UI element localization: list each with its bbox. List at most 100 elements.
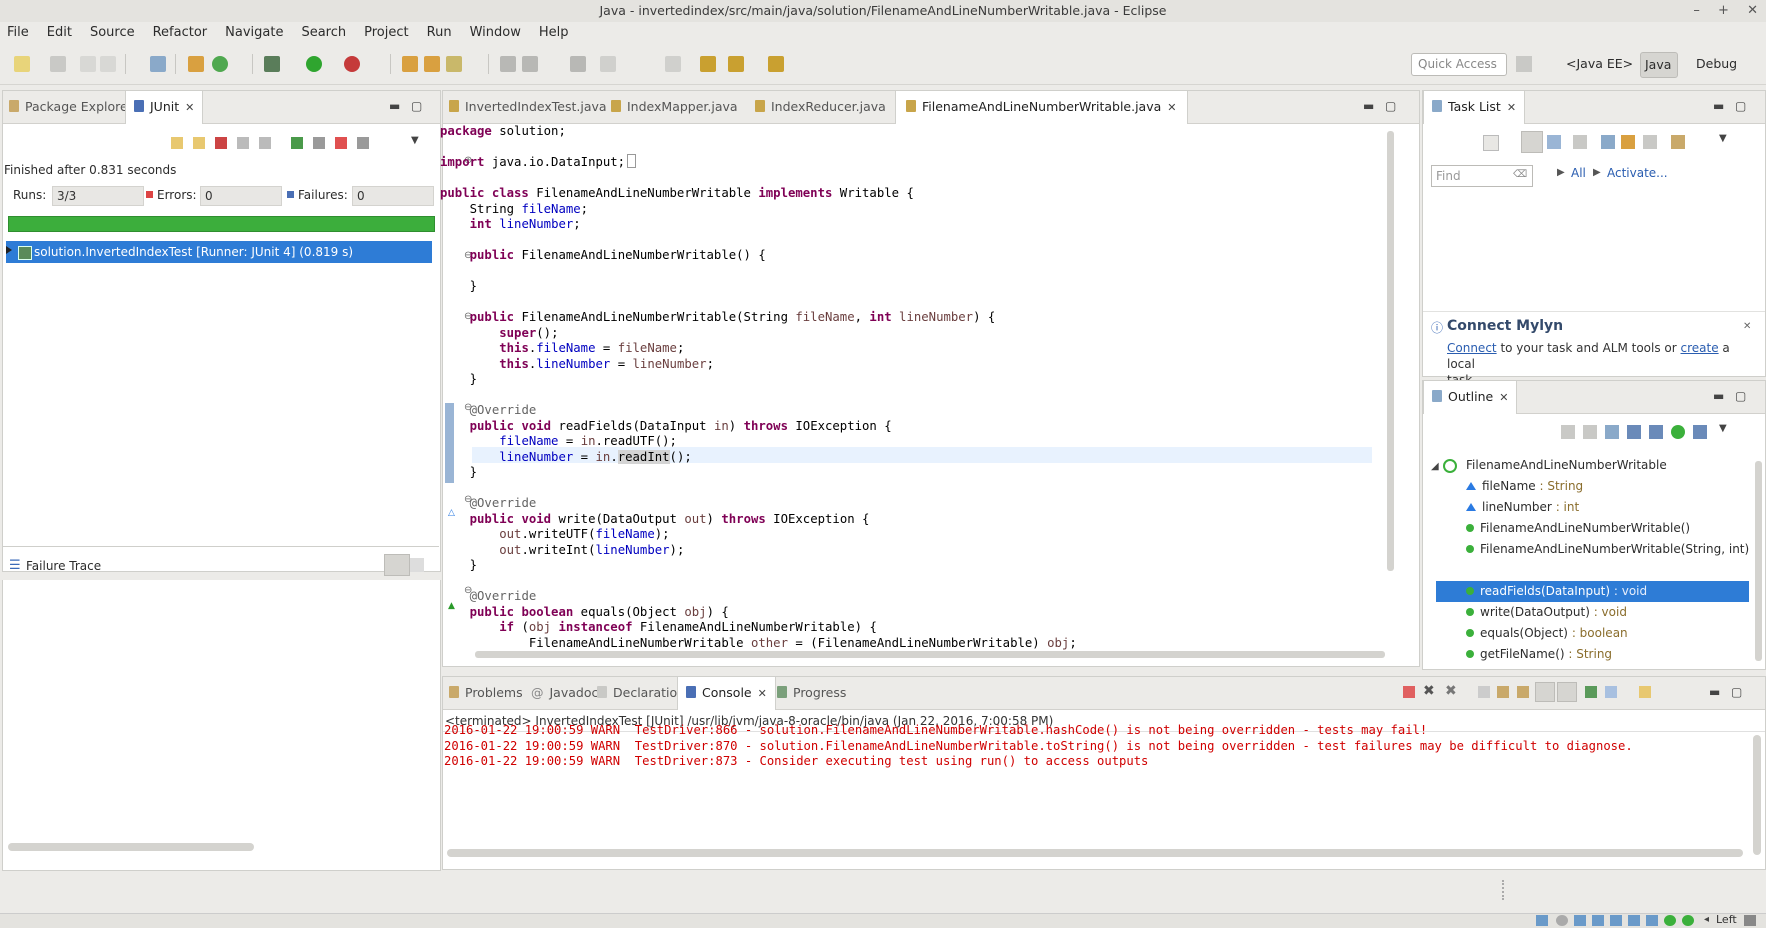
perspective-debug[interactable]: Debug — [1692, 52, 1743, 76]
code-editor[interactable]: package solution; import java.io.DataInp… — [440, 123, 1400, 653]
tab-problems[interactable]: Problems — [449, 677, 523, 709]
menu-navigate[interactable]: Navigate — [216, 22, 292, 44]
mylyn-create-link[interactable]: create — [1681, 341, 1719, 355]
close-icon[interactable]: ✕ — [1499, 391, 1508, 404]
forward-arrow-icon[interactable] — [768, 56, 784, 72]
all-link[interactable]: All — [1571, 166, 1586, 180]
show-stdout-icon[interactable] — [1535, 682, 1555, 702]
next-failure-icon[interactable] — [171, 137, 183, 149]
remove-launch-icon[interactable]: ✖ — [1423, 683, 1435, 699]
maximize-outline-icon[interactable]: ▢ — [1735, 389, 1746, 403]
expand-class-icon[interactable]: ◢ — [1431, 461, 1439, 472]
compare-result-icon[interactable] — [410, 558, 424, 572]
mylyn-close-icon[interactable]: ✕ — [1743, 321, 1751, 332]
tray-icon[interactable] — [1574, 915, 1586, 926]
toggle-mark-icon[interactable] — [150, 56, 166, 72]
refresh-icon[interactable] — [212, 56, 228, 72]
pin-console-icon[interactable] — [1585, 686, 1597, 698]
outline-item[interactable]: FilenameAndLineNumberWritable(String, in… — [1466, 539, 1749, 560]
run-icon[interactable] — [306, 56, 322, 72]
search-toolbar-icon[interactable] — [446, 56, 462, 72]
tray-icon[interactable] — [1610, 915, 1622, 926]
close-icon[interactable]: ✕ — [185, 101, 194, 114]
tab-console[interactable]: Console ✕ — [677, 677, 776, 710]
horizontal-scrollbar[interactable] — [8, 843, 254, 851]
build-icon[interactable] — [188, 56, 204, 72]
view-menu-icon[interactable]: ▼ — [411, 135, 419, 146]
console-horizontal-scrollbar[interactable] — [447, 849, 1743, 857]
tray-icon[interactable] — [1536, 915, 1548, 926]
quick-access-input[interactable]: Quick Access — [1411, 53, 1507, 76]
activate-link[interactable]: Activate... — [1607, 166, 1668, 180]
close-window-button[interactable]: ✕ — [1747, 3, 1758, 18]
maximize-button[interactable]: + — [1718, 3, 1729, 18]
new-icon[interactable] — [14, 56, 30, 72]
maximize-view-icon[interactable]: ▢ — [411, 99, 422, 113]
clear-find-icon[interactable]: ⌫ — [1513, 169, 1527, 180]
outline-class-name[interactable]: FilenameAndLineNumberWritable — [1466, 455, 1667, 476]
close-icon[interactable]: ✕ — [758, 687, 767, 700]
tab-outline[interactable]: Outline ✕ — [1423, 381, 1518, 414]
tab-declaration[interactable]: Declaration — [597, 677, 685, 709]
format-icon[interactable] — [600, 56, 616, 72]
menu-refactor[interactable]: Refactor — [144, 22, 217, 44]
perspective-javaee[interactable]: <Java EE> — [1562, 52, 1639, 76]
tasks-view-menu-icon[interactable]: ▼ — [1719, 133, 1727, 144]
tab-task-list[interactable]: Task List ✕ — [1423, 91, 1526, 124]
outline-item[interactable]: fileName : String — [1466, 476, 1583, 497]
new-task-icon[interactable] — [1483, 135, 1499, 151]
hide-completed-icon[interactable] — [1573, 135, 1587, 149]
hide-fields-icon[interactable] — [1605, 425, 1619, 439]
close-icon[interactable]: ✕ — [1167, 101, 1176, 114]
filter-trace-icon[interactable] — [384, 554, 410, 576]
minimize-outline-icon[interactable]: ▬ — [1713, 389, 1724, 403]
tab-indexreducer[interactable]: IndexReducer.java — [755, 91, 886, 123]
annotation-prev-icon[interactable] — [522, 56, 538, 72]
show-stderr-icon[interactable] — [1557, 682, 1577, 702]
open-type-icon[interactable] — [402, 56, 418, 72]
tray-icon[interactable] — [1628, 915, 1640, 926]
menu-window[interactable]: Window — [461, 22, 530, 44]
tab-progress[interactable]: Progress — [777, 677, 846, 709]
menu-run[interactable]: Run — [418, 22, 461, 44]
scroll-lock-icon[interactable] — [237, 137, 249, 149]
tab-package-explorer[interactable]: Package Explorer — [9, 91, 133, 123]
tray-icon[interactable] — [1556, 915, 1568, 926]
terminate-icon[interactable] — [1403, 686, 1415, 698]
close-icon[interactable]: ✕ — [1507, 101, 1516, 114]
annotation-next-icon[interactable] — [500, 56, 516, 72]
rerun-failed-icon[interactable] — [313, 137, 325, 149]
minimize-editor-icon[interactable]: ▬ — [1363, 99, 1374, 113]
maximize-tasks-icon[interactable]: ▢ — [1735, 99, 1746, 113]
open-folder-icon[interactable] — [424, 56, 440, 72]
mylyn-connect-link[interactable]: Connect — [1447, 341, 1497, 355]
run-coverage-icon[interactable] — [344, 56, 360, 72]
debug-icon[interactable] — [264, 56, 280, 72]
tab-indexmapper[interactable]: IndexMapper.java — [611, 91, 738, 123]
menu-edit[interactable]: Edit — [38, 22, 81, 44]
display-console-icon[interactable] — [1605, 686, 1617, 698]
word-wrap-icon[interactable] — [1517, 686, 1529, 698]
outline-item[interactable]: lineNumber : int — [1466, 497, 1579, 518]
tray-icon[interactable] — [1664, 915, 1676, 926]
categorized-icon[interactable] — [1521, 131, 1543, 153]
tab-invertedindextest[interactable]: InvertedIndexTest.java — [449, 91, 607, 123]
minimize-console-icon[interactable]: ▬ — [1709, 685, 1720, 699]
open-perspective-icon[interactable] — [1516, 56, 1532, 72]
outline-item[interactable]: getFileName() : String — [1466, 644, 1612, 665]
menu-project[interactable]: Project — [355, 22, 417, 44]
outline-item-selected[interactable]: readFields(DataInput) : void — [1466, 581, 1647, 602]
outline-scrollbar[interactable] — [1755, 461, 1762, 661]
outline-item[interactable]: write(DataOutput) : void — [1466, 602, 1627, 623]
clear-console-icon[interactable] — [1478, 686, 1490, 698]
tray-icon[interactable] — [1682, 915, 1694, 926]
hide-local-types-icon[interactable] — [1671, 425, 1685, 439]
pin-icon[interactable] — [570, 56, 586, 72]
scheduled-icon[interactable] — [1547, 135, 1561, 149]
collapse-all-icon[interactable] — [1561, 425, 1575, 439]
test-result-row[interactable]: solution.InvertedIndexTest [Runner: JUni… — [6, 241, 432, 263]
sort-icon[interactable] — [1583, 425, 1597, 439]
tab-filenameandlinenumberwritable[interactable]: FilenameAndLineNumberWritable.java ✕ — [895, 91, 1188, 124]
tab-junit[interactable]: JUnit ✕ — [125, 91, 204, 124]
save-icon[interactable] — [50, 56, 66, 72]
